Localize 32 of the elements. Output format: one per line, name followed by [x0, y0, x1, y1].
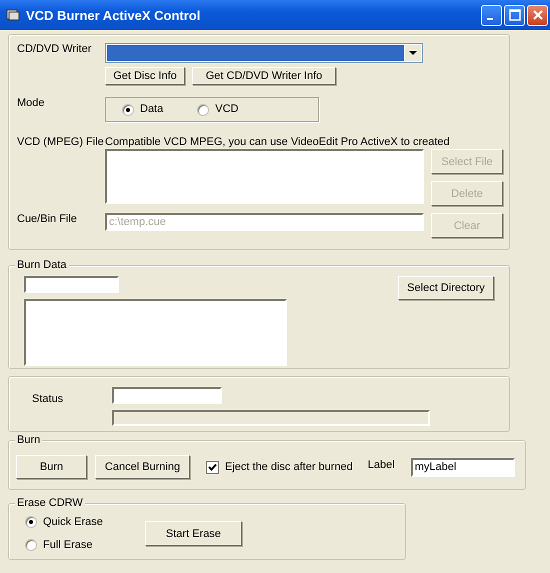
- writer-dropdown[interactable]: [105, 43, 423, 63]
- file-list[interactable]: [24, 299, 287, 366]
- window-icon: [6, 9, 20, 21]
- minimize-icon: [487, 18, 493, 20]
- mode-label: Mode: [17, 97, 46, 110]
- eject-checkbox[interactable]: Eject the disc after burned: [206, 460, 353, 474]
- label-field[interactable]: myLabel: [410, 458, 515, 476]
- writer-label: CD/DVD Writer: [17, 43, 92, 56]
- mode-radio[interactable]: Data: [122, 103, 164, 116]
- minimize-button[interactable]: [481, 4, 502, 26]
- file-list[interactable]: [105, 149, 424, 204]
- maximize-icon: [508, 9, 520, 21]
- label-caption: Label: [368, 458, 395, 472]
- cue-bin-label: Cue/Bin File: [17, 213, 78, 226]
- close-icon: [532, 9, 544, 21]
- select-directory-button[interactable]: Select Directory: [398, 276, 494, 300]
- burn-button[interactable]: Burn: [16, 455, 87, 479]
- vcd-hint-text: Compatible VCD MPEG, you can use VideoEdit Pro ActiveX to created: [105, 136, 450, 149]
- close-button[interactable]: [527, 4, 548, 26]
- window-title: VCD Burner ActiveX Control: [26, 8, 202, 22]
- vcd-file-label: VCD (MPEG) File: [17, 136, 105, 149]
- mode-radio[interactable]: VCD: [197, 103, 238, 116]
- writer-info-button[interactable]: Get Disc Info: [105, 67, 185, 85]
- path-field[interactable]: [24, 276, 119, 293]
- checkmark-icon: [208, 462, 217, 472]
- erase-radio[interactable]: Full Erase: [25, 538, 103, 552]
- erase-radio[interactable]: Quick Erase: [25, 516, 103, 528]
- burn-button[interactable]: Cancel Burning: [95, 455, 190, 479]
- status-label: Status: [32, 392, 64, 407]
- writer-info-button[interactable]: Get CD/DVD Writer Info: [192, 67, 336, 85]
- start-erase-button[interactable]: Start Erase: [144, 521, 242, 546]
- maximize-button[interactable]: [504, 4, 525, 26]
